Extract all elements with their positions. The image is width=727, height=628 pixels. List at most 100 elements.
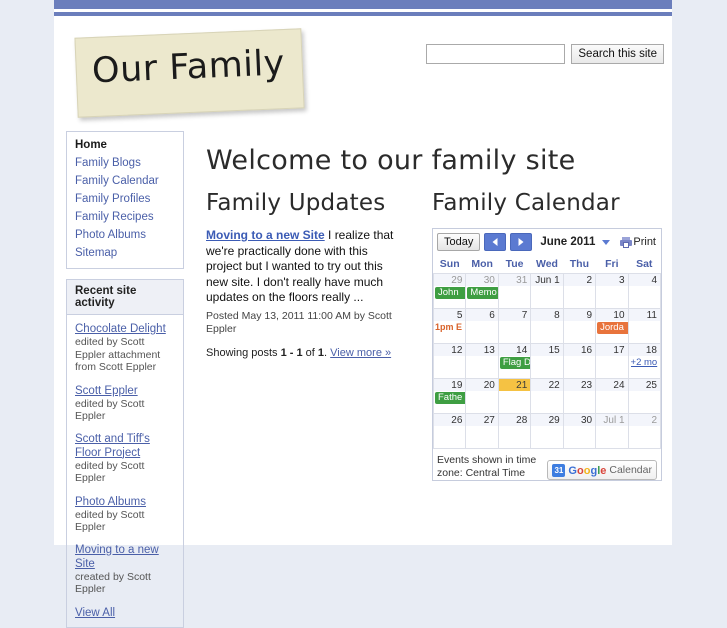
calendar-day-cell[interactable]: 9 (562, 308, 597, 344)
print-button[interactable]: Print (620, 236, 658, 248)
calendar-day-cell[interactable]: 28 (497, 413, 532, 449)
sidebar-item-photo-albums[interactable]: Photo Albums (67, 226, 183, 244)
calendar-day-cell[interactable]: 12 (432, 343, 467, 379)
search-input[interactable] (426, 44, 566, 64)
weekday-sun: Sun (433, 256, 466, 274)
footer-prefix: Showing posts (206, 346, 281, 359)
calendar-day-cell[interactable]: 19 Fathe (432, 378, 467, 414)
calendar-day-cell[interactable]: 13 (465, 343, 499, 379)
calendar-day-cell[interactable]: 17 (595, 343, 629, 379)
sidebar-item-home[interactable]: Home (67, 136, 183, 154)
activity-link[interactable]: Scott and Tiff's Floor Project (75, 432, 177, 460)
calendar-icon: 31 (552, 463, 566, 477)
calendar-day-cell[interactable]: 21 (497, 378, 532, 414)
activity-link[interactable]: Moving to a new Site (75, 543, 177, 571)
weekday-tue: Tue (498, 256, 531, 274)
today-button[interactable]: Today (437, 233, 481, 251)
calendar-day-number: 12 (434, 344, 465, 356)
calendar-event-chip[interactable]: John (435, 287, 465, 299)
chevron-down-icon[interactable] (602, 239, 611, 245)
calendar-day-cell[interactable]: 7 (497, 308, 532, 344)
calendar-day-cell[interactable]: 14 Flag D (497, 343, 532, 379)
calendar-day-cell[interactable]: 30 (562, 413, 597, 449)
post-title-link[interactable]: Moving to a new Site (206, 228, 325, 242)
family-updates-heading: Family Updates (206, 190, 386, 216)
calendar-day-cell[interactable]: 29 (530, 413, 564, 449)
calendar-day-cell[interactable]: 10 Jorda (595, 308, 629, 344)
calendar-day-cell[interactable]: 29 John (432, 273, 467, 309)
calendar-day-number: 31 (499, 274, 530, 286)
calendar-day-number: 7 (499, 309, 530, 321)
calendar-event-chip[interactable]: Flag D (499, 357, 530, 369)
calendar-day-cell[interactable]: 2 (562, 273, 597, 309)
sidebar-item-family-blogs[interactable]: Family Blogs (67, 154, 183, 172)
search-button[interactable]: Search this site (571, 44, 664, 64)
post-meta: Posted May 13, 2011 11:00 AM by Scott Ep… (206, 309, 392, 335)
body-wrapper: Home Family Blogs Family Calendar Family… (54, 131, 672, 628)
calendar-toolbar: Today June 2011 Print (433, 229, 661, 256)
calendar-day-cell[interactable]: Jun 1 (530, 273, 564, 309)
calendar-event-chip[interactable]: Jorda (597, 322, 628, 334)
calendar-day-cell[interactable]: 11 (627, 308, 662, 344)
calendar-day-cell[interactable]: Jul 1 (595, 413, 629, 449)
google-calendar-badge[interactable]: 31 Google Calendar (547, 460, 657, 480)
calendar-event-chip[interactable]: Memo (467, 287, 498, 299)
calendar-day-number: 3 (596, 274, 628, 286)
posts-footer: Showing posts 1 - 1 of 1. View more » (206, 347, 406, 359)
calendar-day-cell[interactable]: 2 (627, 413, 662, 449)
calendar-day-cell[interactable]: 20 (465, 378, 499, 414)
next-month-button[interactable] (510, 233, 533, 251)
calendar-day-cell[interactable]: 25 (627, 378, 662, 414)
family-calendar-heading: Family Calendar (432, 190, 620, 216)
sidebar-item-family-profiles[interactable]: Family Profiles (67, 190, 183, 208)
activity-link[interactable]: Photo Albums (75, 495, 146, 509)
calendar-day-cell[interactable]: 8 (530, 308, 564, 344)
activity-meta: edited by Scott Eppler (75, 459, 145, 485)
weekday-fri: Fri (595, 256, 629, 274)
calendar-day-number: 18 (629, 344, 660, 356)
calendar-day-cell[interactable]: 15 (530, 343, 564, 379)
main-content: Welcome to our family site Family Update… (206, 131, 672, 481)
printer-icon (620, 236, 633, 248)
calendar-day-cell[interactable]: 22 (530, 378, 564, 414)
calendar-more-events-link[interactable]: +2 mo (631, 357, 659, 368)
calendar-day-number: 10 (596, 309, 628, 321)
prev-month-button[interactable] (484, 233, 507, 251)
calendar-day-number: 8 (531, 309, 563, 321)
calendar-day-cell[interactable]: 27 (465, 413, 499, 449)
calendar-day-number: 2 (629, 414, 660, 426)
page-container: Our Family Search this site Home Family … (54, 0, 672, 628)
list-item: Photo Albums edited by Scott Eppler (75, 494, 177, 534)
calendar-day-cell[interactable]: 3 (595, 273, 629, 309)
calendar-weekday-header: Sun Mon Tue Wed Thu Fri Sat (433, 256, 661, 274)
calendar-day-cell[interactable]: 5 1pm E (432, 308, 467, 344)
calendar-day-number: 28 (499, 414, 530, 426)
activity-link[interactable]: Chocolate Delight (75, 322, 166, 336)
calendar-day-number: 26 (434, 414, 465, 426)
calendar-footer: Events shown in time zone: Central Time … (433, 449, 661, 480)
activity-meta: edited by Scott Eppler (75, 397, 145, 423)
calendar-day-cell[interactable]: 31 (497, 273, 532, 309)
calendar-event-chip[interactable]: Fathe (435, 392, 465, 404)
calendar-day-cell[interactable]: 16 (562, 343, 597, 379)
google-wordmark: Google (568, 465, 607, 477)
calendar-day-cell[interactable]: 18 +2 mo (627, 343, 662, 379)
timezone-note: Events shown in time zone: Central Time (437, 454, 537, 479)
view-all-link[interactable]: View All (75, 607, 115, 619)
calendar-day-cell[interactable]: 24 (595, 378, 629, 414)
site-search: Search this site (426, 44, 664, 64)
view-more-link[interactable]: View more » (330, 347, 391, 359)
calendar-day-cell[interactable]: 23 (562, 378, 597, 414)
sidebar-item-family-recipes[interactable]: Family Recipes (67, 208, 183, 226)
calendar-day-cell[interactable]: 6 (465, 308, 499, 344)
calendar-timed-event[interactable]: 1pm E (435, 322, 465, 333)
calendar-widget: Today June 2011 Print Sun Mon Tue Wed Th… (432, 228, 662, 481)
calendar-day-cell[interactable]: 30 Memo (465, 273, 499, 309)
sidebar-item-family-calendar[interactable]: Family Calendar (67, 172, 183, 190)
calendar-day-number: 29 (531, 414, 563, 426)
calendar-day-cell[interactable]: 4 (627, 273, 662, 309)
activity-link[interactable]: Scott Eppler (75, 384, 138, 398)
sidebar-item-sitemap[interactable]: Sitemap (67, 244, 183, 262)
site-logo[interactable]: Our Family (74, 28, 305, 118)
calendar-day-cell[interactable]: 26 (432, 413, 467, 449)
